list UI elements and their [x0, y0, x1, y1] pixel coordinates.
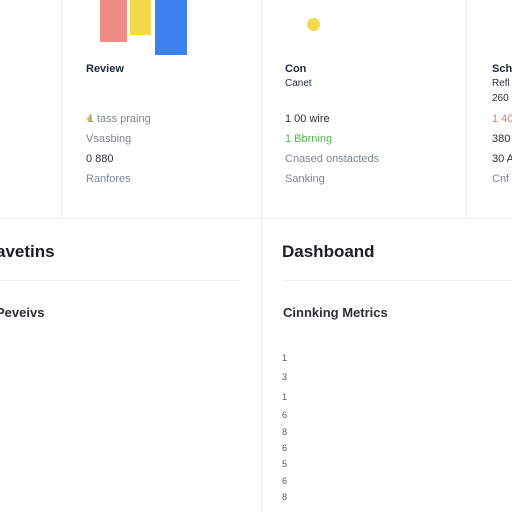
list-item: 6: [282, 476, 288, 486]
card-metric: 0 880: [86, 153, 114, 165]
metrics-subtitle: Cinnking Metrics: [283, 305, 388, 320]
dashboard-title: Dashboand: [282, 242, 375, 261]
list-item: 8: [282, 427, 288, 437]
list-item: 1: [282, 353, 288, 363]
blue-bar: [155, 0, 187, 55]
list-item: 8: [282, 492, 288, 502]
card-status-line: 1 00 wire: [285, 113, 330, 125]
review-card[interactable]: Review ● 1 tass praing Vsasbing 0 880 Ra…: [62, 0, 260, 218]
list-item: 6: [282, 443, 288, 453]
con-card[interactable]: Con Canet 1 00 wire 1 Bbrning Cnased ons…: [262, 0, 466, 218]
list-item: 3: [282, 372, 288, 382]
card-status-line: 1 Bbrning: [285, 133, 333, 145]
card-title: Con: [285, 63, 307, 75]
list-item: 6: [282, 410, 288, 420]
card-meta: Sanking: [285, 173, 325, 185]
yellow-bar: [130, 0, 151, 35]
card-line: 380: [492, 133, 511, 145]
card-line: 1 40: [492, 113, 512, 125]
card-line: 30 A: [492, 153, 512, 165]
card-meta: Vsasbing: [86, 133, 132, 145]
card-title: Sch: [492, 63, 512, 75]
card-line: 260: [492, 93, 509, 104]
card-title: Review: [86, 63, 124, 75]
card-subtitle: Canet: [285, 78, 312, 89]
card-status-line: ● 1 tass praing: [86, 113, 151, 125]
card-line: Cnf: [492, 173, 510, 185]
panel-subtitle: Peveivs: [0, 305, 45, 320]
red-bar: [100, 0, 127, 42]
card-meta: Cnased onstacteds: [285, 153, 380, 165]
yellow-indicator: [307, 18, 320, 31]
sch-card[interactable]: Sch Refl 260 1 40 380 30 A Cnf: [467, 0, 512, 218]
list-item: 1: [282, 392, 288, 402]
card-meta: Ranfores: [86, 173, 131, 185]
panel-title: avetins: [0, 242, 55, 261]
card-line: Refl: [492, 78, 510, 89]
divider: [0, 218, 512, 219]
divider: [282, 280, 512, 281]
list-item: 5: [282, 459, 288, 469]
divider: [0, 280, 240, 281]
